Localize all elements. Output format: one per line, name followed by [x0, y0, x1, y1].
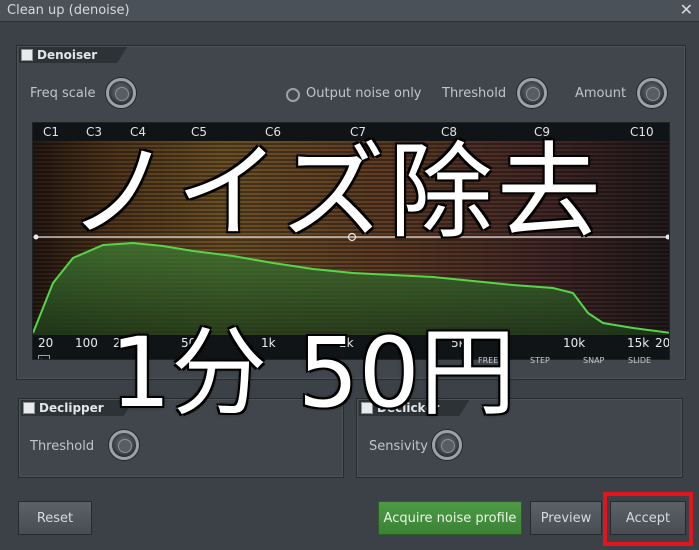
output-noise-only-checkbox[interactable]: [286, 88, 300, 102]
slide-toggle[interactable]: SLIDE: [628, 356, 651, 365]
threshold-knob[interactable]: [517, 78, 547, 108]
octave-label: C1: [43, 125, 60, 139]
window-title: Clean up (denoise): [7, 3, 130, 18]
price-overlay: 1分 50円: [110, 317, 516, 429]
declipper-threshold-label: Threshold: [30, 439, 95, 454]
denoiser-tab[interactable]: Denoiser: [19, 47, 127, 63]
reset-button[interactable]: Reset: [18, 501, 92, 535]
denoiser-tab-label: Denoiser: [37, 48, 98, 62]
close-icon[interactable]: ✕: [680, 0, 693, 19]
sensivity-knob[interactable]: [432, 430, 462, 460]
acquire-noise-profile-button[interactable]: Acquire noise profile: [378, 501, 522, 535]
freq-label: 20: [655, 336, 670, 350]
denoiser-enable-checkbox[interactable]: [21, 49, 33, 61]
snap-toggle[interactable]: SNAP: [583, 356, 604, 365]
freq-scale-knob[interactable]: [106, 78, 136, 108]
output-noise-only-label: Output noise only: [306, 86, 422, 101]
declipper-enable-checkbox[interactable]: [23, 402, 35, 414]
declipper-tab-label: Declipper: [39, 401, 104, 415]
amount-label: Amount: [575, 86, 627, 101]
step-toggle[interactable]: STEP: [530, 356, 550, 365]
freq-scale-label: Freq scale: [30, 86, 96, 101]
play-icon[interactable]: ▶: [38, 355, 50, 359]
sensivity-label: Sensivity: [369, 439, 428, 454]
title-bar: Clean up (denoise) ✕: [0, 0, 699, 22]
octave-label: C10: [630, 125, 654, 139]
preview-button[interactable]: Preview: [530, 501, 602, 535]
declipper-threshold-knob[interactable]: [109, 430, 139, 460]
freq-label: 10k: [563, 336, 586, 350]
amount-knob[interactable]: [637, 78, 667, 108]
freq-label: 20: [38, 336, 54, 350]
headline-overlay: ノイズ除去: [68, 131, 605, 253]
freq-label: 15k: [627, 336, 650, 350]
freq-label: 100: [75, 336, 98, 350]
threshold-handle-left: [33, 234, 39, 240]
accept-highlight-box: [603, 492, 693, 546]
threshold-label: Threshold: [442, 86, 507, 101]
